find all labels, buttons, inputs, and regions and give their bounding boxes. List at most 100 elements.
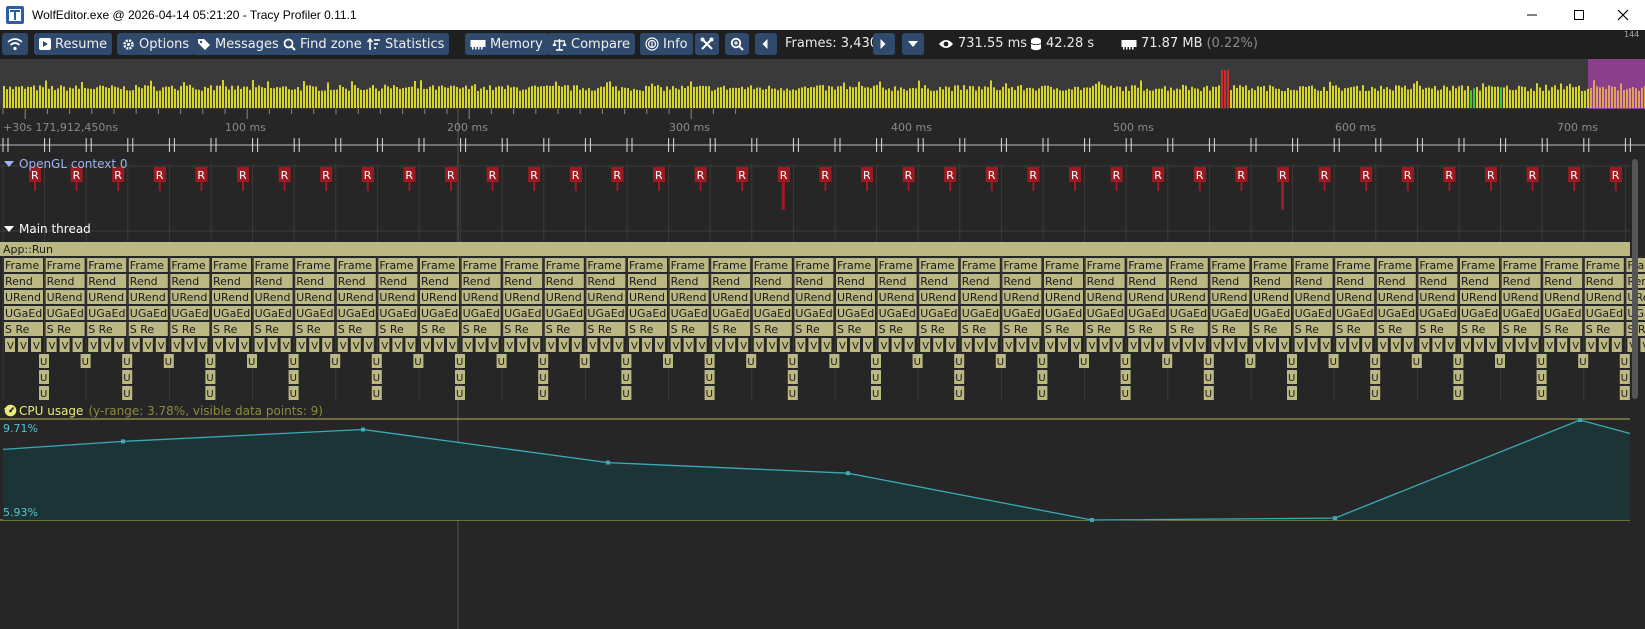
- frame-bar: [606, 82, 608, 108]
- frame-set-dropdown[interactable]: [902, 33, 924, 55]
- frame-bar: [672, 86, 674, 108]
- gl-zone-label: R: [1237, 169, 1245, 182]
- frame-bar: [840, 86, 842, 108]
- main-thread-header[interactable]: Main thread: [4, 222, 91, 236]
- zone-label: V: [132, 341, 139, 352]
- previous-frame-button[interactable]: [755, 33, 777, 55]
- frame-bar: [435, 89, 437, 108]
- zone-label: Rend: [88, 275, 116, 288]
- zone-label: U: [1496, 357, 1503, 368]
- cpu-usage-header[interactable]: CPU usage (y-range: 3.78%, visible data …: [4, 404, 323, 418]
- zone-label: U: [789, 357, 796, 368]
- zone-label: S Re: [920, 323, 945, 336]
- frame-bar: [1476, 87, 1478, 108]
- tools-button[interactable]: [695, 33, 719, 55]
- zone-label: Rend: [1378, 275, 1406, 288]
- frame-bar: [1347, 87, 1349, 108]
- compare-button[interactable]: Compare: [547, 33, 635, 55]
- info-button[interactable]: Info: [640, 33, 693, 55]
- zone-label: V: [241, 341, 248, 352]
- frame-bar: [159, 90, 161, 108]
- frame-bar: [582, 88, 584, 108]
- zone-label: V: [478, 341, 485, 352]
- zone-label: V: [977, 341, 984, 352]
- zone-label: URend: [1295, 291, 1331, 304]
- frame-bar: [906, 90, 908, 108]
- frame-bar: [57, 88, 59, 108]
- frame-time-graph[interactable]: [0, 59, 1645, 109]
- frame-bar: [768, 85, 770, 108]
- gl-zone-label: R: [1113, 169, 1121, 182]
- frame-bar: [1224, 70, 1226, 108]
- zone-label: V: [1297, 341, 1304, 352]
- frame-bar: [1278, 88, 1280, 108]
- frame-bar: [366, 89, 368, 108]
- connection-button[interactable]: [2, 33, 28, 55]
- frame-bar: [1638, 90, 1640, 108]
- find-zone-button[interactable]: Find zone: [278, 33, 367, 55]
- frame-bar: [1554, 85, 1556, 108]
- zone-label: V: [1364, 341, 1371, 352]
- frame-bar: [306, 85, 308, 108]
- zone-label: UGaEd: [1170, 307, 1207, 320]
- frame-bar: [1335, 85, 1337, 108]
- zone-label: U: [664, 357, 671, 368]
- zone-label: S Re: [213, 323, 238, 336]
- memory-button[interactable]: Memory: [465, 33, 548, 55]
- frame-bar: [1092, 85, 1094, 108]
- statistics-button[interactable]: Statistics: [362, 33, 450, 55]
- frame-bar: [390, 88, 392, 108]
- frame-bar: [168, 86, 170, 108]
- gl-zone-label: R: [489, 169, 497, 182]
- frame-bar: [1083, 87, 1085, 108]
- minimize-button[interactable]: [1509, 0, 1555, 30]
- zone-label: URend: [1170, 291, 1206, 304]
- next-frame-button[interactable]: [873, 33, 895, 55]
- frame-bar: [723, 85, 725, 108]
- options-button[interactable]: Options: [117, 33, 195, 55]
- zone-label: V: [1213, 341, 1220, 352]
- zone-label: V: [852, 341, 859, 352]
- frame-bar: [6, 89, 8, 108]
- frame-bar: [990, 80, 992, 108]
- gl-context-header[interactable]: OpenGL context 0: [4, 157, 128, 171]
- frame-bar: [1515, 89, 1517, 108]
- zone-label: V: [1614, 341, 1621, 352]
- frame-bar: [1296, 90, 1298, 108]
- frame-bar: [636, 89, 638, 108]
- frame-bar: [744, 89, 746, 108]
- zone-label: V: [506, 341, 513, 352]
- zone-label: URend: [1544, 291, 1580, 304]
- zoom-button[interactable]: [725, 33, 749, 55]
- gl-zone-label: R: [447, 169, 455, 182]
- gl-zone-label: R: [1321, 169, 1329, 182]
- messages-button[interactable]: Messages: [192, 33, 284, 55]
- frame-bar: [1329, 81, 1331, 108]
- frame-bar: [345, 88, 347, 108]
- frame-bar: [903, 89, 905, 108]
- frame-bar: [522, 89, 524, 108]
- frame-bar: [807, 88, 809, 108]
- zone-label: U: [1080, 357, 1087, 368]
- frame-bar: [1587, 88, 1589, 108]
- frame-bar: [702, 85, 704, 108]
- frame-bar: [1479, 90, 1481, 108]
- zone-label: UGaEd: [1544, 307, 1581, 320]
- frame-bar: [1338, 87, 1340, 108]
- frame-bar: [1257, 86, 1259, 108]
- frame-bar: [687, 86, 689, 108]
- frame-bar: [63, 86, 65, 108]
- close-button[interactable]: [1600, 0, 1645, 30]
- frame-bar: [279, 87, 281, 108]
- zone-label: URend: [1378, 291, 1414, 304]
- timeline-view[interactable]: RRRRRRRRRRRRRRRRRRRRRRRRRRRRRRRRRRRRRRRR…: [0, 109, 1645, 629]
- maximize-button[interactable]: [1556, 0, 1602, 30]
- zone-label: U: [373, 357, 380, 368]
- maximize-icon: [1574, 10, 1584, 20]
- frame-bar: [321, 90, 323, 108]
- zone-label: S Re: [1419, 323, 1444, 336]
- ruler-tick: 500 ms: [1113, 121, 1154, 134]
- resume-button[interactable]: Resume: [34, 33, 113, 55]
- frame-bar: [1590, 88, 1592, 108]
- zone-label: U: [955, 357, 962, 368]
